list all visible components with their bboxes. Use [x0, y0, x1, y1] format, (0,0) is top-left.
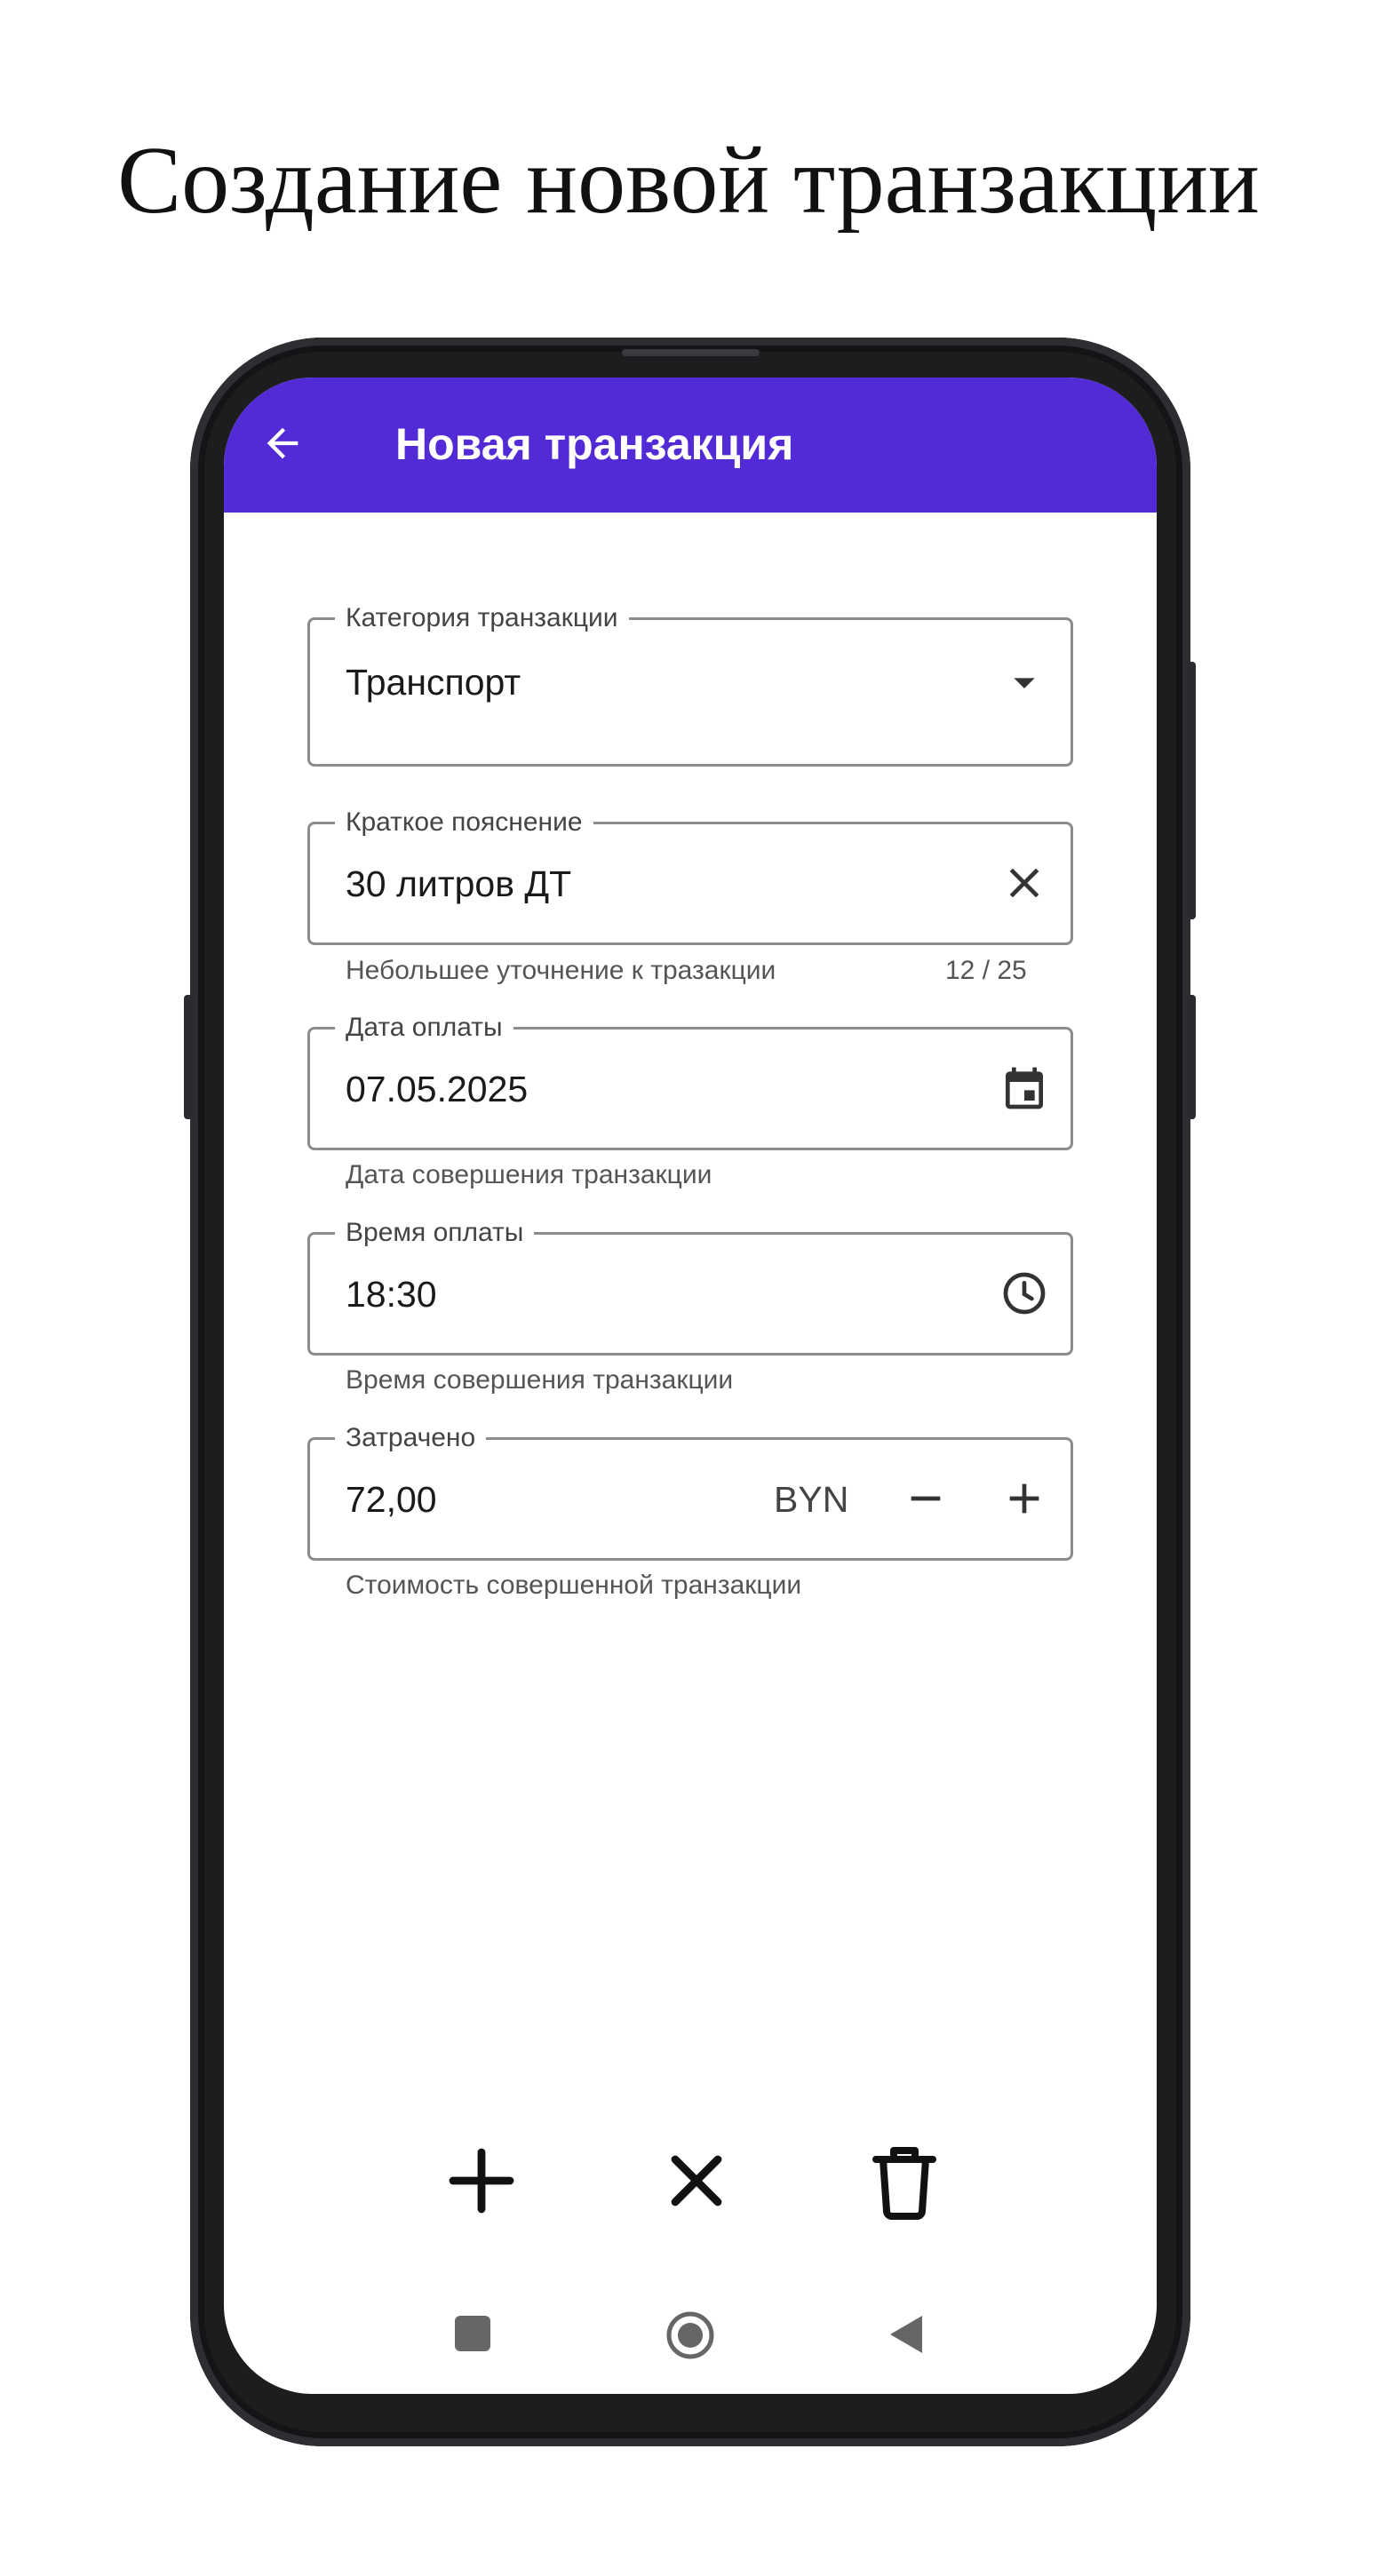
plus-icon [449, 2148, 514, 2214]
amount-helper: Стоимость совершенной транзакции [346, 1570, 802, 1600]
amount-value: 72,00 [346, 1479, 437, 1520]
date-helper: Дата совершения транзакции [346, 1160, 712, 1189]
minus-icon[interactable] [901, 1474, 951, 1523]
circle-icon [666, 2311, 714, 2359]
phone-power-button [1187, 995, 1196, 1119]
triangle-back-icon [890, 2316, 922, 2353]
add-transaction-button[interactable] [439, 2138, 524, 2223]
plus-icon[interactable] [999, 1474, 1049, 1523]
category-value: Транспорт [346, 662, 521, 703]
phone-screen: Новая транзакция Категория транзакции Тр… [224, 378, 1157, 2394]
phone-left-button [184, 995, 193, 1119]
date-field[interactable]: Дата оплаты 07.05.2025 [307, 1012, 1073, 1150]
app-bar-title: Новая транзакция [395, 419, 794, 469]
category-label: Категория транзакции [335, 602, 629, 634]
arrow-back-icon[interactable] [259, 420, 306, 466]
description-helper: Небольшее уточнение к тразакции [346, 956, 776, 985]
time-value: 18:30 [346, 1274, 437, 1315]
date-label: Дата оплаты [335, 1012, 513, 1044]
currency-label: BYN [774, 1479, 849, 1520]
description-field[interactable]: Краткое пояснение 30 литров ДТ [307, 807, 1073, 945]
dropdown-arrow-icon[interactable] [999, 657, 1049, 707]
time-helper: Время совершения транзакции [346, 1365, 734, 1395]
promo-title: Создание новой транзакции [117, 128, 1260, 234]
description-value: 30 литров ДТ [346, 863, 572, 904]
amount-field[interactable]: Затрачено 72,00 BYN [307, 1422, 1073, 1561]
home-nav-button[interactable] [665, 2310, 715, 2360]
date-value: 07.05.2025 [346, 1069, 529, 1109]
clear-icon[interactable] [999, 858, 1049, 908]
phone-speaker [622, 349, 760, 356]
phone-volume-button [1187, 662, 1196, 919]
clock-icon[interactable] [999, 1268, 1049, 1318]
amount-label: Затрачено [335, 1422, 487, 1454]
time-field[interactable]: Время оплаты 18:30 [307, 1217, 1073, 1356]
cancel-button[interactable] [654, 2138, 739, 2223]
square-icon [455, 2316, 490, 2351]
delete-button[interactable] [862, 2138, 947, 2223]
description-label: Краткое пояснение [335, 807, 593, 839]
time-label: Время оплаты [335, 1217, 535, 1249]
app-bar: Новая транзакция [224, 378, 1157, 513]
trash-icon [872, 2147, 936, 2220]
close-icon [671, 2155, 722, 2206]
category-dropdown[interactable]: Категория транзакции Транспорт [307, 602, 1073, 767]
calendar-icon[interactable] [999, 1063, 1049, 1113]
recents-nav-button[interactable] [453, 2314, 492, 2353]
description-counter: 12 / 25 [945, 956, 1027, 985]
back-nav-button[interactable] [887, 2314, 926, 2355]
